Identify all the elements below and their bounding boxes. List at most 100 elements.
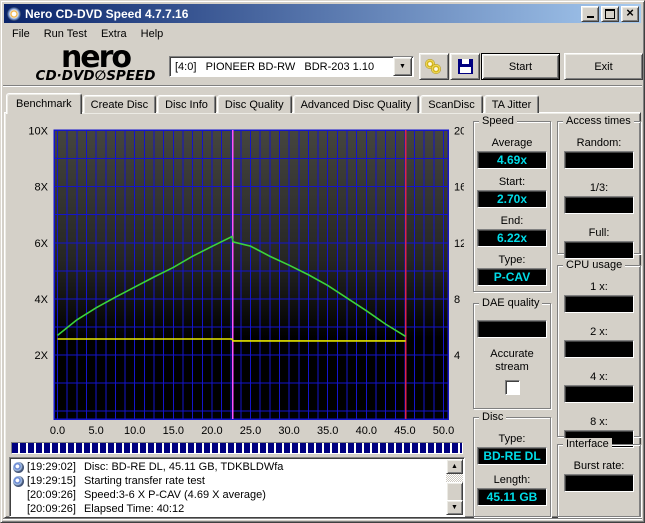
tab-disc-quality[interactable]: Disc Quality: [216, 95, 292, 113]
log-timestamp: [19:29:15]: [27, 475, 76, 487]
toolbar-separator: [3, 85, 642, 87]
speed-field-type: Type: P-CAV: [474, 254, 550, 286]
tab-benchmark[interactable]: Benchmark: [6, 93, 82, 114]
cd-eject-icon: [425, 58, 443, 75]
scroll-down-icon: ▼: [451, 504, 458, 511]
speed-field-end: End: 6.22x: [474, 215, 550, 247]
svg-text:45.0: 45.0: [394, 425, 415, 437]
access-times-1-3-label: 1/3:: [589, 182, 609, 194]
svg-text:10X: 10X: [28, 126, 48, 138]
access-times-random-label: Random:: [576, 137, 622, 149]
svg-text:2X: 2X: [35, 350, 49, 362]
tab-bar: Benchmark Create Disc Disc Info Disc Qualit…: [6, 91, 540, 114]
access-times-group-title: Access times: [563, 115, 634, 128]
speed-type-value: P-CAV: [477, 268, 547, 286]
speed-average-label: Average: [491, 137, 533, 149]
app-window: Nero CD-DVD Speed 4.7.7.16 × File Run Tes…: [0, 0, 645, 523]
log-entry: [19:29:15] Starting transfer rate test: [12, 474, 445, 488]
cpu-usage-field-2-x: 2 x:: [558, 326, 640, 358]
speed-end-label: End:: [500, 215, 524, 227]
log-entry: [19:29:02] Disc: BD-RE DL, 45.11 GB, TDKB…: [12, 460, 445, 474]
svg-text:20: 20: [454, 126, 464, 138]
svg-text:5.0: 5.0: [88, 425, 103, 437]
disc-length-value: 45.11 GB: [477, 488, 547, 506]
cpu-usage-1-x-value: [564, 295, 634, 313]
titlebar-controls: ×: [581, 5, 639, 22]
access-times-1-3-value: [564, 196, 634, 214]
cpu-usage-field-4-x: 4 x:: [558, 371, 640, 403]
app-icon: [7, 6, 21, 21]
drive-select-arrow[interactable]: ▼: [393, 57, 412, 76]
disc-icon: [13, 461, 24, 473]
disc-group-title: Disc: [479, 411, 507, 424]
log-timestamp: [20:09:26]: [27, 489, 76, 501]
interface-group: Interface Burst rate:: [557, 438, 641, 517]
accurate-stream-checkbox[interactable]: [504, 380, 520, 395]
speed-start-label: Start:: [498, 176, 526, 188]
nero-logo-text: nero: [60, 40, 132, 75]
save-button[interactable]: [450, 53, 480, 80]
svg-text:0.0: 0.0: [50, 425, 65, 437]
log-listbox[interactable]: [19:29:02] Disc: BD-RE DL, 45.11 GB, TDKB…: [9, 457, 465, 517]
scroll-down-button[interactable]: ▼: [446, 500, 463, 515]
access-times-group: Access times Random: 1/3: Full:: [557, 115, 641, 259]
access-times-field-1-3: 1/3:: [558, 182, 640, 214]
svg-text:50.0: 50.0: [433, 425, 454, 437]
log-scrollbar[interactable]: ▲ ▼: [446, 459, 463, 515]
accurate-stream-label: Accurate stream: [490, 348, 534, 373]
svg-text:4X: 4X: [35, 294, 49, 306]
cpu-usage-2-x-label: 2 x:: [590, 326, 608, 338]
disc-fields: Type: BD-RE DL Length: 45.11 GB: [474, 418, 550, 506]
dae-quality-group: DAE quality Accurate stream: [473, 297, 551, 409]
tab-disc-info[interactable]: Disc Info: [157, 95, 216, 113]
tab-ta-jitter[interactable]: TA Jitter: [483, 95, 540, 113]
interface-fields: Burst rate:: [558, 445, 640, 492]
statusbar-separator: [3, 518, 642, 520]
window-title: Nero CD-DVD Speed 4.7.7.16: [25, 6, 189, 21]
close-button[interactable]: ×: [621, 5, 639, 22]
log-text: Starting transfer rate test: [83, 475, 205, 487]
exit-button[interactable]: Exit: [564, 53, 643, 80]
access-times-fields: Random: 1/3: Full:: [558, 122, 640, 259]
chevron-down-icon: ▼: [399, 63, 406, 70]
minimize-button[interactable]: [581, 5, 599, 22]
tab-create-disc[interactable]: Create Disc: [82, 95, 157, 113]
minimize-icon: [586, 16, 594, 18]
access-times-field-random: Random:: [558, 137, 640, 169]
save-icon: [457, 59, 473, 74]
svg-text:12: 12: [454, 238, 464, 250]
access-times-full-value: [564, 241, 634, 259]
tab-scandisc[interactable]: ScanDisc: [420, 95, 483, 113]
svg-text:25.0: 25.0: [240, 425, 261, 437]
disc-field-length: Length: 45.11 GB: [474, 474, 550, 506]
cpu-usage-group: CPU usage 1 x: 2 x: 4 x: 8 x:: [557, 259, 641, 448]
eject-button[interactable]: [419, 53, 449, 80]
cpu-usage-fields: 1 x: 2 x: 4 x: 8 x:: [558, 266, 640, 448]
svg-text:15.0: 15.0: [163, 425, 184, 437]
menu-item-help[interactable]: Help: [134, 26, 171, 42]
svg-text:8X: 8X: [35, 182, 49, 194]
access-times-random-value: [564, 151, 634, 169]
log-text: Elapsed Time: 40:12: [83, 503, 185, 515]
speed-average-value: 4.69x: [477, 151, 547, 169]
drive-select-value: [4:0] PIONEER BD-RW BDR-203 1.10: [175, 60, 375, 73]
start-button[interactable]: Start: [481, 53, 560, 80]
titlebar: Nero CD-DVD Speed 4.7.7.16 ×: [4, 4, 641, 23]
cpu-usage-2-x-value: [564, 340, 634, 358]
access-times-field-full: Full:: [558, 227, 640, 259]
tab-advanced-disc-quality[interactable]: Advanced Disc Quality: [292, 95, 420, 113]
scroll-up-button[interactable]: ▲: [446, 459, 463, 474]
cpu-usage-group-title: CPU usage: [563, 259, 626, 272]
interface-field-burst-rate: Burst rate:: [558, 460, 640, 492]
svg-text:40.0: 40.0: [356, 425, 377, 437]
svg-text:10.0: 10.0: [124, 425, 145, 437]
cpu-usage-4-x-label: 4 x:: [590, 371, 608, 383]
log-lines: [19:29:02] Disc: BD-RE DL, 45.11 GB, TDKB…: [12, 460, 445, 515]
maximize-button[interactable]: [601, 5, 619, 22]
drive-select[interactable]: [4:0] PIONEER BD-RW BDR-203 1.10 ▼: [169, 56, 414, 77]
interface-burst-rate-value: [564, 474, 634, 492]
maximize-icon: [605, 8, 615, 19]
log-entry: [20:09:26] Speed:3-6 X P-CAV (4.69 X aver…: [12, 488, 445, 502]
interface-group-title: Interface: [563, 438, 612, 451]
menu-item-file[interactable]: File: [5, 26, 37, 42]
